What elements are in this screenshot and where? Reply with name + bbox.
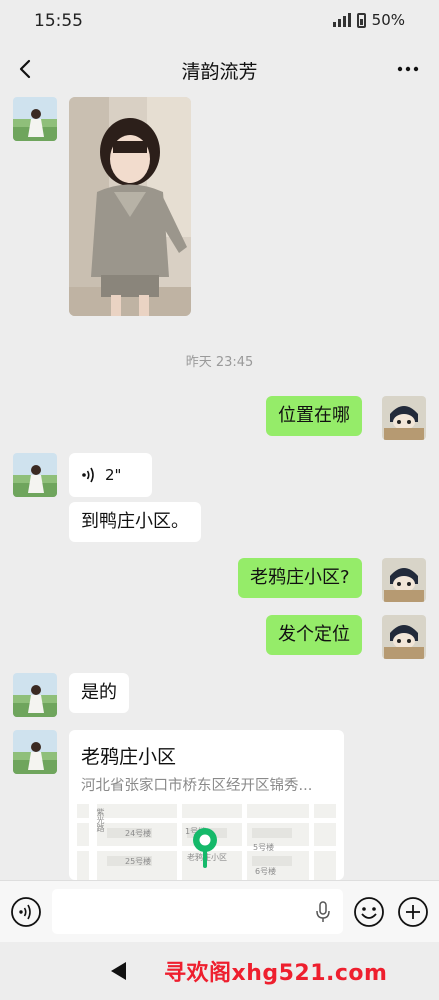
- map-building-label: 6号楼: [255, 867, 277, 876]
- message-input[interactable]: [52, 889, 343, 934]
- contact-avatar[interactable]: [13, 453, 57, 497]
- nav-back-button[interactable]: [108, 960, 130, 982]
- chat-messages[interactable]: 昨天 23:45 位置在哪 2" 到鸭庄小区。 老鸦庄小区? 发个定位 是的 老…: [0, 94, 439, 880]
- status-time: 15:55: [34, 11, 83, 31]
- voice-input-button[interactable]: [10, 896, 42, 928]
- my-avatar[interactable]: [382, 615, 426, 659]
- sent-message[interactable]: 位置在哪: [266, 396, 362, 436]
- location-address: 河北省张家口市桥东区经开区锦秀...: [81, 778, 313, 794]
- emoji-icon: [354, 897, 384, 927]
- contact-avatar[interactable]: [13, 97, 57, 141]
- system-nav-bar: 寻欢阁xhg521.com: [0, 942, 439, 1000]
- message-timestamp: 昨天 23:45: [185, 355, 254, 370]
- location-map[interactable]: 紫光路 24号楼 25号楼 5号楼 6号楼 1号楼 老鸦庄小区: [77, 804, 336, 880]
- location-message[interactable]: 老鸦庄小区 河北省张家口市桥东区经开区锦秀... 紫光路 24号楼 25号楼 5…: [69, 730, 344, 880]
- my-avatar[interactable]: [382, 558, 426, 602]
- voice-duration: 2": [105, 466, 122, 484]
- received-message[interactable]: 到鸭庄小区。: [69, 502, 201, 542]
- contact-avatar[interactable]: [13, 730, 57, 774]
- more-button[interactable]: [395, 56, 421, 82]
- chat-header: 清韵流芳: [0, 44, 439, 94]
- more-dots-icon: [397, 66, 419, 72]
- battery-icon: [356, 12, 366, 28]
- plus-icon: [398, 897, 428, 927]
- sent-message[interactable]: 老鸦庄小区?: [238, 558, 362, 598]
- location-pin-icon: [193, 828, 217, 868]
- contact-avatar[interactable]: [13, 673, 57, 717]
- photo-message[interactable]: [69, 97, 191, 316]
- voice-wave-icon: [11, 897, 41, 927]
- more-functions-button[interactable]: [397, 896, 429, 928]
- location-name: 老鸦庄小区: [81, 746, 177, 768]
- battery-level: 50%: [371, 11, 405, 29]
- chat-title: 清韵流芳: [181, 61, 258, 83]
- map-building-label: 5号楼: [253, 843, 275, 852]
- status-bar: 15:55 50%: [0, 0, 439, 44]
- signal-icon: [332, 13, 351, 27]
- map-building-label: 24号楼: [125, 829, 152, 838]
- received-message[interactable]: 是的: [69, 673, 129, 713]
- my-avatar[interactable]: [382, 396, 426, 440]
- input-toolbar: [0, 880, 439, 942]
- voice-wave-icon: [82, 467, 94, 483]
- watermark-text: 寻欢阁xhg521.com: [164, 961, 388, 986]
- voice-message[interactable]: 2": [69, 453, 152, 497]
- sent-message[interactable]: 发个定位: [266, 615, 362, 655]
- map-street-label: 紫光路: [96, 808, 105, 832]
- microphone-icon[interactable]: [315, 901, 331, 923]
- map-building-label: 25号楼: [125, 857, 152, 866]
- status-indicators: 50%: [332, 11, 405, 29]
- nav-back-triangle-icon: [111, 962, 126, 980]
- emoji-button[interactable]: [353, 896, 385, 928]
